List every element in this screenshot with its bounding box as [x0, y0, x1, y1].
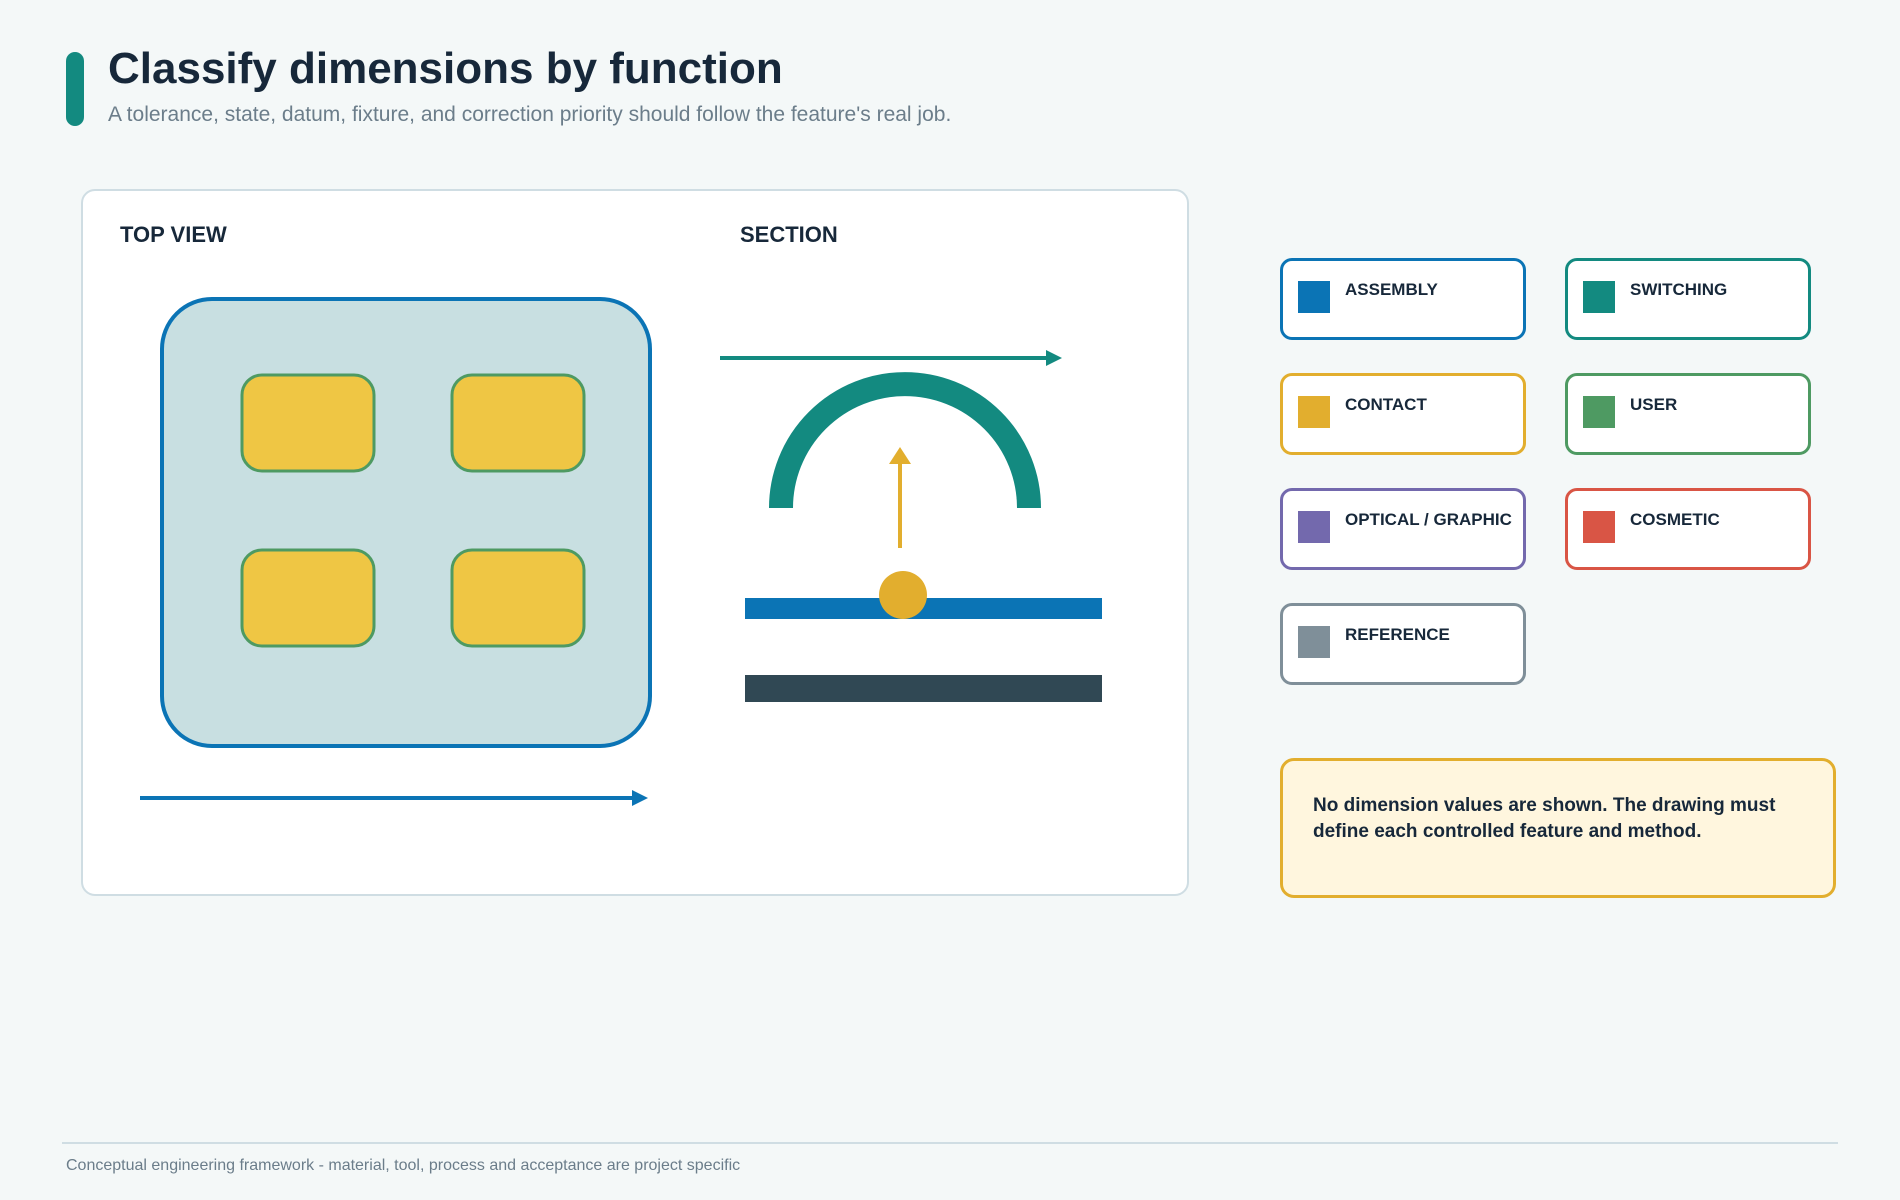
key-cap-top-right: [450, 373, 586, 473]
contact-swatch: [1298, 396, 1330, 428]
key-cap-bottom-right: [450, 548, 586, 648]
legend-optical-graphic: OPTICAL / GRAPHIC: [1280, 488, 1526, 570]
contact-point: [879, 571, 927, 619]
cosmetic-swatch: [1583, 511, 1615, 543]
diagram-graphics: [140, 297, 1102, 806]
legend-label: OPTICAL / GRAPHIC: [1345, 510, 1512, 529]
footer-divider: [62, 1142, 1838, 1144]
legend-label: USER: [1630, 395, 1678, 414]
reference-swatch: [1298, 626, 1330, 658]
contact-travel-arrow-head: [889, 447, 911, 464]
switching-swatch: [1583, 281, 1615, 313]
legend-label: CONTACT: [1345, 395, 1427, 414]
legend-assembly: ASSEMBLY: [1280, 258, 1526, 340]
note-box: No dimension values are shown. The drawi…: [1280, 758, 1836, 898]
legend-label: ASSEMBLY: [1345, 280, 1438, 299]
legend-contact: CONTACT: [1280, 373, 1526, 455]
key-cap-top-left: [240, 373, 376, 473]
optical-graphic-swatch: [1298, 511, 1330, 543]
legend-reference: REFERENCE: [1280, 603, 1526, 685]
note-text: No dimension values are shown. The drawi…: [1313, 795, 1776, 842]
dome-spring: [769, 372, 1041, 509]
reference-base: [745, 675, 1102, 702]
legend-switching: SWITCHING: [1565, 258, 1811, 340]
legend-label: SWITCHING: [1630, 280, 1728, 299]
key-cap-bottom-left: [240, 548, 376, 648]
user-swatch: [1583, 396, 1615, 428]
legend-user: USER: [1565, 373, 1811, 455]
footer-text: Conceptual engineering framework - mater…: [66, 1157, 741, 1174]
legend-label: COSMETIC: [1630, 510, 1720, 529]
assembly-swatch: [1298, 281, 1330, 313]
legend-label: REFERENCE: [1345, 625, 1450, 644]
housing-body: [160, 297, 652, 748]
legend-cosmetic: COSMETIC: [1565, 488, 1811, 570]
